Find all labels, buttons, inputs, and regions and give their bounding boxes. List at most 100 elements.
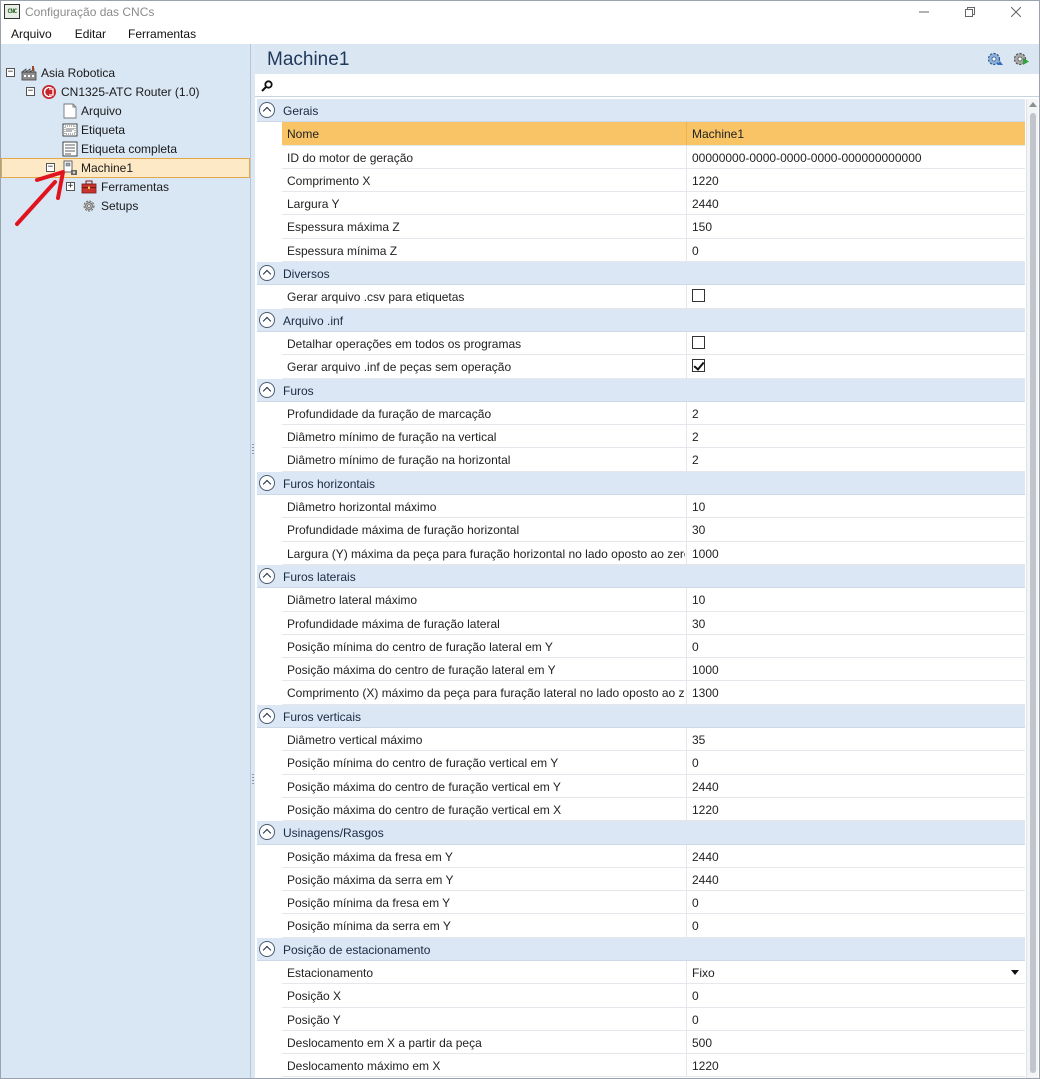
collapse-category-icon[interactable] <box>259 474 275 491</box>
property-row[interactable]: Largura Y 2440 <box>282 192 1025 216</box>
property-row[interactable]: Posição máxima do centro de furação late… <box>282 658 1025 682</box>
property-value[interactable]: 10 <box>686 588 1025 611</box>
property-value[interactable]: 1000 <box>686 541 1025 564</box>
collapse-toggle[interactable]: − <box>26 87 35 96</box>
property-value[interactable]: 2440 <box>686 844 1025 867</box>
collapse-category-icon[interactable] <box>259 381 275 398</box>
property-row[interactable]: Deslocamento em X a partir da peça 500 <box>282 1030 1025 1055</box>
property-value[interactable]: Fixo <box>686 960 1025 984</box>
property-value[interactable]: 30 <box>686 611 1025 634</box>
property-value[interactable]: 0 <box>686 634 1025 658</box>
property-row[interactable]: Posição mínima do centro de furação late… <box>282 634 1025 659</box>
scroll-up-icon[interactable] <box>1029 102 1037 107</box>
property-value[interactable]: 2 <box>686 401 1025 425</box>
restore-button[interactable] <box>947 1 993 23</box>
collapse-category-icon[interactable] <box>259 102 275 118</box>
property-row[interactable]: Posição máxima da fresa em Y 2440 <box>282 844 1025 868</box>
property-value[interactable]: 1300 <box>686 681 1025 704</box>
tree-node-arquivo[interactable]: Arquivo <box>1 102 250 120</box>
property-row[interactable]: Posição mínima do centro de furação vert… <box>282 751 1025 775</box>
menu-editar[interactable]: Editar <box>64 24 117 44</box>
property-value[interactable]: 0 <box>686 1007 1025 1030</box>
tree-node-asia-robotica[interactable]: − Asia Robotica <box>1 64 250 82</box>
property-row[interactable]: Posição máxima da serra em Y 2440 <box>282 867 1025 892</box>
property-row[interactable]: Posição máxima do centro de furação vert… <box>282 774 1025 798</box>
property-row[interactable]: Detalhar operações em todos os programas <box>282 331 1025 356</box>
property-value[interactable]: 0 <box>686 751 1025 774</box>
property-row[interactable]: Profundidade da furação de marcação 2 <box>282 401 1025 426</box>
property-row[interactable]: Diâmetro vertical máximo 35 <box>282 728 1025 752</box>
property-row[interactable]: Profundidade máxima de furação horizonta… <box>282 518 1025 542</box>
property-value[interactable]: 10 <box>686 495 1025 518</box>
property-row[interactable]: Comprimento (X) máximo da peça para fura… <box>282 681 1025 705</box>
property-value[interactable]: 0 <box>686 984 1025 1007</box>
collapse-toggle[interactable]: − <box>6 68 15 77</box>
property-value[interactable]: 150 <box>686 215 1025 238</box>
settings-green-icon[interactable] <box>1012 50 1030 68</box>
menu-arquivo[interactable]: Arquivo <box>1 24 64 44</box>
property-value[interactable]: 0 <box>686 914 1025 937</box>
property-value[interactable]: 1220 <box>686 168 1025 192</box>
property-value[interactable]: 1220 <box>686 797 1025 821</box>
property-value[interactable]: 1000 <box>686 658 1025 681</box>
property-row[interactable]: Posição mínima da fresa em Y 0 <box>282 891 1025 915</box>
property-checkbox[interactable] <box>692 359 705 373</box>
property-row[interactable]: ID do motor de geração 00000000-0000-0000… <box>282 145 1025 169</box>
property-value[interactable]: 0 <box>686 238 1025 262</box>
property-value[interactable]: 2 <box>686 425 1025 448</box>
settings-blue-icon[interactable] <box>986 50 1004 68</box>
minimize-button[interactable] <box>901 1 947 23</box>
property-value-text: 1300 <box>692 686 719 701</box>
property-row[interactable]: Largura (Y) máxima da peça para furação … <box>282 541 1025 565</box>
property-row[interactable]: Gerar arquivo .csv para etiquetas <box>282 285 1025 309</box>
collapse-category-icon[interactable] <box>259 824 275 841</box>
collapse-category-icon[interactable] <box>259 940 275 957</box>
property-value[interactable]: 00000000-0000-0000-0000-000000000000 <box>686 145 1025 168</box>
property-value[interactable]: 1220 <box>686 1054 1025 1077</box>
property-row[interactable]: Gerar arquivo .inf de peças sem operação <box>282 355 1025 379</box>
property-value[interactable]: 2440 <box>686 192 1025 215</box>
collapse-category-icon[interactable] <box>259 707 275 724</box>
grid-scrollbar[interactable] <box>1026 99 1038 1078</box>
property-row[interactable]: Posição X 0 <box>282 984 1025 1008</box>
property-value[interactable]: 2440 <box>686 774 1025 797</box>
property-value[interactable]: 2440 <box>686 867 1025 891</box>
category-header: Diversos <box>257 262 1025 286</box>
tree-node-router[interactable]: − CN1325-ATC Router (1.0) <box>1 83 250 101</box>
property-row[interactable]: Posição máxima do centro de furação vert… <box>282 797 1025 822</box>
collapse-category-icon[interactable] <box>259 567 275 584</box>
property-name: Posição X <box>287 989 342 1004</box>
property-row[interactable]: Comprimento X 1220 <box>282 168 1025 193</box>
property-value[interactable]: 2 <box>686 448 1025 471</box>
property-row[interactable]: Diâmetro horizontal máximo 10 <box>282 495 1025 519</box>
scroll-thumb[interactable] <box>1030 113 1036 1073</box>
dropdown-arrow-icon[interactable] <box>1011 969 1019 975</box>
tree-node-etiqueta-completa[interactable]: Etiqueta completa <box>1 140 250 158</box>
property-name: Largura (Y) máxima da peça para furação … <box>287 546 685 561</box>
close-button[interactable] <box>993 1 1039 23</box>
property-value-text: 10 <box>692 500 706 515</box>
collapse-category-icon[interactable] <box>259 311 275 328</box>
collapse-category-icon[interactable] <box>259 265 275 282</box>
search-input[interactable] <box>277 77 1017 95</box>
property-row[interactable]: Espessura mínima Z 0 <box>282 238 1025 263</box>
tree-node-etiqueta[interactable]: Etiqueta <box>1 121 250 139</box>
property-checkbox[interactable] <box>692 289 705 303</box>
property-value[interactable]: 0 <box>686 891 1025 914</box>
property-value[interactable]: 30 <box>686 518 1025 541</box>
property-row[interactable]: Diâmetro lateral máximo 10 <box>282 588 1025 612</box>
property-row[interactable]: Posição mínima da serra em Y 0 <box>282 914 1025 938</box>
property-value[interactable]: 500 <box>686 1030 1025 1054</box>
property-row[interactable]: Nome Machine1 <box>282 122 1025 146</box>
property-row[interactable]: Espessura máxima Z 150 <box>282 215 1025 239</box>
property-row[interactable]: Diâmetro mínimo de furação na vertical 2 <box>282 425 1025 449</box>
property-row[interactable]: Deslocamento máximo em X 1220 <box>282 1054 1025 1078</box>
property-row[interactable]: Diâmetro mínimo de furação na horizontal… <box>282 448 1025 472</box>
menu-ferramentas[interactable]: Ferramentas <box>117 24 207 44</box>
property-value[interactable]: Machine1 <box>686 122 1025 145</box>
property-row[interactable]: Estacionamento Fixo <box>282 960 1025 985</box>
property-value[interactable]: 35 <box>686 728 1025 751</box>
property-row[interactable]: Profundidade máxima de furação lateral 30 <box>282 611 1025 635</box>
property-row[interactable]: Posição Y 0 <box>282 1007 1025 1031</box>
property-checkbox[interactable] <box>692 335 705 349</box>
